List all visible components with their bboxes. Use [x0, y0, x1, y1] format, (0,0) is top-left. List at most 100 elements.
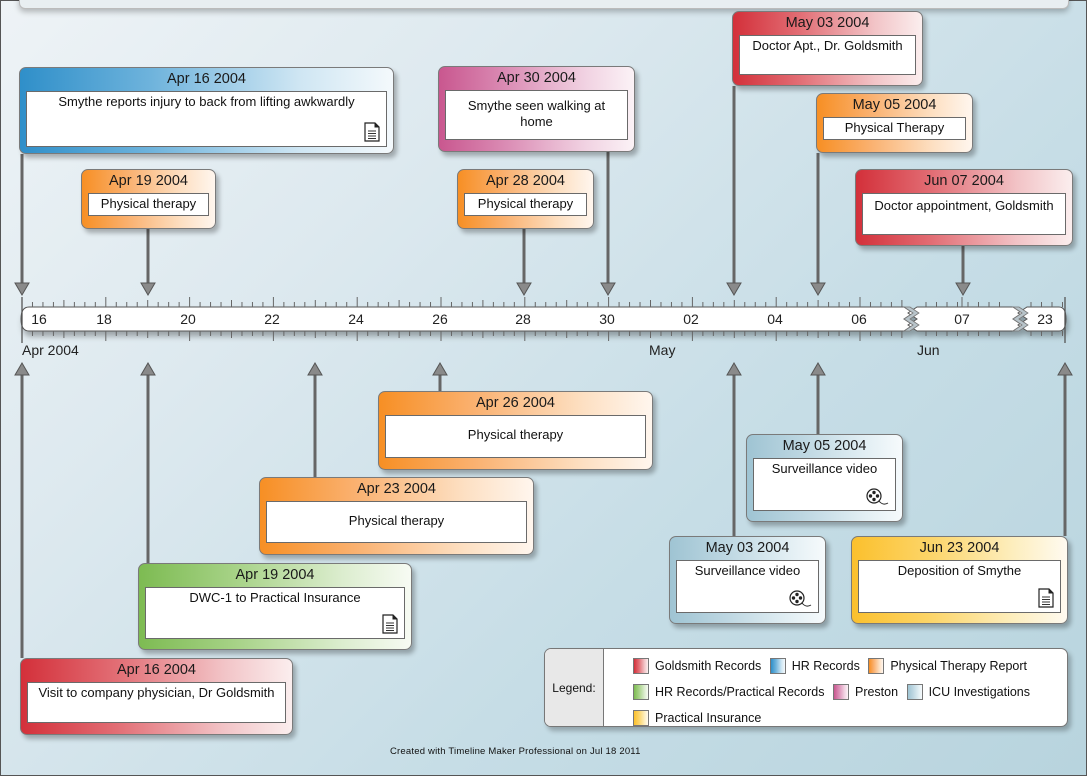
event-description: Surveillance video: [694, 563, 801, 578]
event-date: Jun 23 2004: [919, 540, 1000, 556]
event-date: Apr 30 2004: [496, 70, 576, 86]
event-description-box: Physical therapy: [88, 193, 209, 216]
legend-swatch: [633, 684, 649, 700]
event-description-box: Doctor Apt., Dr. Goldsmith: [739, 35, 916, 75]
tick-label: 28: [515, 311, 531, 327]
arrow-down-icon: [955, 282, 971, 296]
event-card[interactable]: Apr 23 2004 Physical therapy: [259, 477, 534, 555]
arrow-up-icon: [432, 362, 448, 376]
arrow-down-icon: [810, 282, 826, 296]
event-card[interactable]: May 05 2004 Surveillance video: [746, 434, 903, 522]
arrow-up-icon: [1057, 362, 1073, 376]
footer-credit: Created with Timeline Maker Professional…: [390, 746, 641, 757]
event-card[interactable]: Apr 19 2004 Physical therapy: [81, 169, 216, 229]
event-date: May 05 2004: [852, 97, 937, 113]
event-description-box: Surveillance video: [676, 560, 819, 613]
legend-swatch: [633, 658, 649, 674]
timeline-canvas: 16 18 20 22 24 26 28 30 02 04 06 07 23 A…: [0, 0, 1087, 776]
film-reel-icon[interactable]: [865, 488, 889, 506]
event-description-box: DWC-1 to Practical Insurance: [145, 587, 405, 639]
legend-item-pt: Physical Therapy Report: [868, 655, 1027, 677]
tick-label: 23: [1037, 311, 1053, 327]
legend-item-hrpr: HR Records/Practical Records: [633, 681, 825, 703]
event-description-box: Surveillance video: [753, 458, 896, 511]
event-description-box: Deposition of Smythe: [858, 560, 1061, 613]
event-description: Surveillance video: [771, 461, 878, 476]
event-description: Doctor Apt., Dr. Goldsmith: [752, 38, 903, 53]
legend-label: Goldsmith Records: [655, 659, 762, 673]
legend-swatch: [832, 684, 849, 700]
tick-label: 16: [31, 311, 47, 327]
event-card[interactable]: May 03 2004 Surveillance video: [669, 536, 826, 624]
legend-swatch: [868, 658, 885, 674]
event-description-box: Visit to company physician, Dr Goldsmith: [27, 682, 286, 723]
month-label-may: May: [649, 342, 676, 358]
event-date: Apr 23 2004: [356, 481, 436, 497]
event-description-box: Physical therapy: [385, 415, 646, 458]
event-description: DWC-1 to Practical Insurance: [189, 590, 361, 605]
tick-label: 20: [180, 311, 196, 327]
month-label-jun: Jun: [917, 342, 940, 358]
tick-label: 30: [599, 311, 615, 327]
tick-label: 18: [96, 311, 112, 327]
event-card[interactable]: Apr 26 2004 Physical therapy: [378, 391, 653, 470]
event-card[interactable]: Apr 28 2004 Physical therapy: [457, 169, 594, 229]
event-description-box: Physical therapy: [464, 193, 587, 216]
legend-label: ICU Investigations: [928, 685, 1030, 699]
event-date: Apr 16 2004: [116, 662, 196, 678]
legend-item-goldsmith: Goldsmith Records: [633, 655, 761, 677]
event-connector: [810, 153, 826, 296]
legend-item-icu: ICU Investigations: [906, 681, 1030, 703]
arrow-down-icon: [726, 282, 742, 296]
legend-label: Preston: [854, 685, 899, 699]
event-connector: [432, 362, 448, 391]
document-icon[interactable]: [364, 122, 380, 142]
event-description-box: Physical Therapy: [823, 117, 966, 140]
event-description: Physical therapy: [348, 513, 445, 528]
event-connector: [955, 246, 971, 296]
event-description-box: Physical therapy: [266, 501, 527, 543]
event-date: Apr 19 2004: [108, 173, 188, 189]
arrow-up-icon: [140, 362, 156, 376]
event-date: May 03 2004: [785, 15, 870, 31]
document-icon[interactable]: [1038, 588, 1054, 608]
arrow-down-icon: [600, 282, 616, 296]
arrow-down-icon: [140, 282, 156, 296]
event-connector: [516, 229, 532, 296]
arrow-down-icon: [14, 282, 30, 296]
event-card[interactable]: Apr 30 2004 Smythe seen walking at home: [438, 66, 635, 152]
legend-label: HR Records: [791, 659, 860, 673]
event-date: Jun 07 2004: [924, 173, 1004, 189]
event-card[interactable]: May 03 2004 Doctor Apt., Dr. Goldsmith: [732, 11, 923, 86]
event-connector: [1057, 362, 1073, 536]
arrow-up-icon: [307, 362, 323, 376]
document-icon[interactable]: [382, 614, 398, 634]
event-card[interactable]: Apr 16 2004 Visit to company physician, …: [20, 658, 293, 735]
event-date: Apr 19 2004: [235, 567, 315, 583]
event-description-box: Smythe reports injury to back from lifti…: [26, 91, 387, 147]
film-reel-icon[interactable]: [788, 590, 812, 608]
event-connector: [14, 154, 30, 296]
event-connector: [810, 362, 826, 434]
event-card[interactable]: Apr 19 2004 DWC-1 to Practical Insurance: [138, 563, 412, 650]
arrow-down-icon: [516, 282, 532, 296]
event-description: Physical therapy: [100, 196, 197, 211]
event-description: Physical therapy: [477, 196, 574, 211]
event-description-box: Smythe seen walking at home: [445, 90, 628, 140]
event-card[interactable]: Apr 16 2004 Smythe reports injury to bac…: [19, 67, 394, 154]
legend-swatch: [906, 684, 923, 700]
event-date: May 05 2004: [782, 438, 867, 454]
tick-label: 26: [432, 311, 448, 327]
event-card[interactable]: Jun 07 2004 Doctor appointment, Goldsmit…: [855, 169, 1073, 246]
event-date: Apr 16 2004: [166, 71, 246, 87]
event-description: Smythe seen walking at home: [467, 98, 606, 129]
event-description: Physical Therapy: [844, 120, 945, 135]
event-description: Deposition of Smythe: [897, 563, 1022, 578]
legend-label: HR Records/Practical Records: [655, 685, 825, 699]
tick-label: 06: [851, 311, 867, 327]
event-connector: [140, 229, 156, 296]
event-card[interactable]: Jun 23 2004 Deposition of Smythe: [851, 536, 1068, 624]
event-card[interactable]: May 05 2004 Physical Therapy: [816, 93, 973, 153]
event-connector: [600, 152, 616, 296]
legend-item-preston: Preston: [832, 681, 899, 703]
